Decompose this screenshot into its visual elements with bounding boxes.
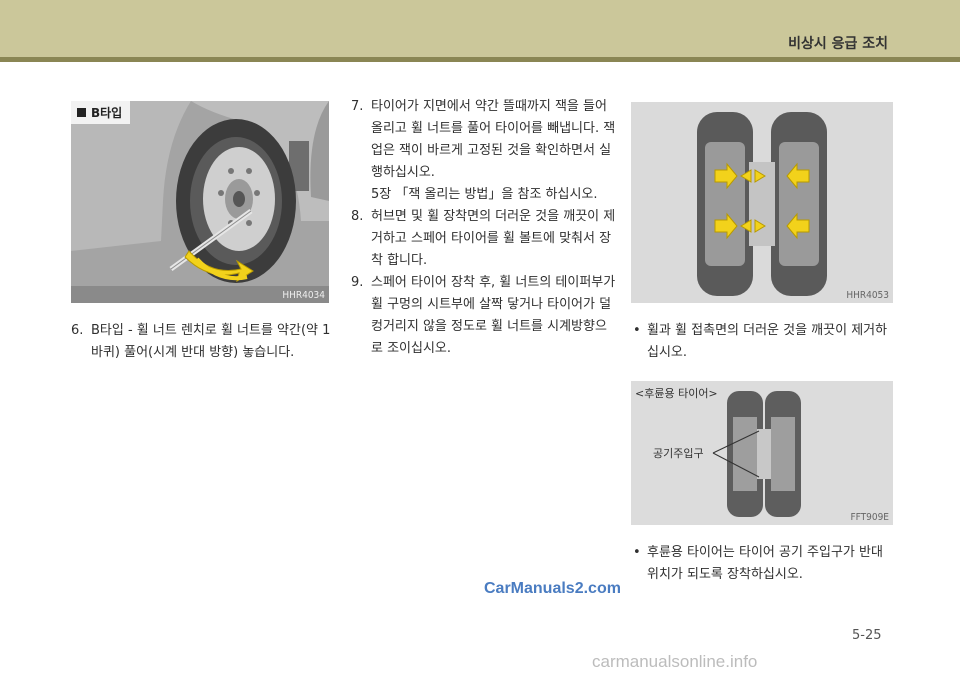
step-line: B타입 - 휠 너트 렌치로 휠 너트를 약간(약 1 <box>91 323 331 338</box>
step-number: 6. <box>71 323 84 338</box>
figure-code: HHR4053 <box>846 290 889 301</box>
figure-code: FFT909E <box>850 512 889 523</box>
step-line: 타이어가 지면에서 약간 뜰때까지 잭을 들어 <box>371 99 607 114</box>
bullet-icon: • <box>633 545 641 560</box>
step-number: 7. <box>351 99 364 114</box>
note-line: 위치가 되도록 장착하십시오. <box>647 567 803 582</box>
bullet-icon: • <box>633 323 641 338</box>
valve-label: 공기주입구 <box>653 447 704 460</box>
step-line: 착 합니다. <box>371 253 428 268</box>
steps-7-9: 7. 타이어가 지면에서 약간 뜰때까지 잭을 들어 올리고 휠 너트를 풀어 … <box>351 96 615 360</box>
rear-tire-illustration: <후륜용 타이어> 공기주입구 FFT909E <box>631 381 893 525</box>
step-6: 6. B타입 - 휠 너트 렌치로 휠 너트를 약간(약 1 바퀴) 풀어(시계… <box>71 320 330 364</box>
square-bullet-icon <box>77 108 86 117</box>
step-line: 스페어 타이어 장착 후, 휠 너트의 테이퍼부가 <box>371 275 616 290</box>
step-line: 5장 「잭 올리는 방법」을 참조 하십시오. <box>371 187 598 202</box>
step-number: 8. <box>351 209 364 224</box>
step-line: 바퀴) 풀어(시계 반대 방향) 놓습니다. <box>91 345 295 360</box>
step-line: 로 조이십시오. <box>371 341 452 356</box>
step-line: 휠 구멍의 시트부에 살짝 닿거나 타이어가 덜 <box>371 297 612 312</box>
tire-change-illustration: B타입 HHR4034 <box>71 101 329 303</box>
note-line: 후륜용 타이어는 타이어 공기 주입구가 반대 <box>647 545 883 560</box>
figure-code: HHR4034 <box>282 290 325 301</box>
step-line: 거하고 스페어 타이어를 휠 볼트에 맞춰서 장 <box>371 231 612 246</box>
type-badge: B타입 <box>71 101 131 124</box>
header-rule <box>0 57 960 62</box>
note-1: • 휠과 휠 접촉면의 더러운 것을 깨끗이 제거하 십시오. <box>633 320 887 364</box>
footer-watermark: carmanualsonline.info <box>592 652 758 671</box>
note-2: • 후륜용 타이어는 타이어 공기 주입구가 반대 위치가 되도록 장착하십시오… <box>633 542 883 586</box>
tire-change-drawing <box>71 101 329 303</box>
page-number: 5-25 <box>852 628 882 643</box>
note-line: 휠과 휠 접촉면의 더러운 것을 깨끗이 제거하 <box>647 323 888 338</box>
figure-caption: <후륜용 타이어> <box>635 387 718 400</box>
page-section-title: 비상시 응급 조치 <box>788 36 888 52</box>
step-line: 허브면 및 휠 장착면의 더러운 것을 깨끗이 제 <box>371 209 616 224</box>
step-line: 컹거리지 않을 정도로 휠 너트를 시계방향으 <box>371 319 607 334</box>
step-8: 8. 허브면 및 휠 장착면의 더러운 것을 깨끗이 제 거하고 스페어 타이어… <box>351 206 615 272</box>
contact-surface-illustration: HHR4053 <box>631 102 893 303</box>
note-line: 십시오. <box>647 345 688 360</box>
step-7: 7. 타이어가 지면에서 약간 뜰때까지 잭을 들어 올리고 휠 너트를 풀어 … <box>351 96 615 206</box>
step-line: 올리고 휠 너트를 풀어 타이어를 빼냅니다. 잭 <box>371 121 616 136</box>
step-line: 업은 잭이 바르게 고정된 것을 확인하면서 실 <box>371 143 612 158</box>
watermark-link[interactable]: CarManuals2.com <box>484 580 621 598</box>
step-line: 행하십시오. <box>371 165 435 180</box>
contact-surface-drawing <box>631 102 893 303</box>
step-number: 9. <box>351 275 364 290</box>
step-9: 9. 스페어 타이어 장착 후, 휠 너트의 테이퍼부가 휠 구멍의 시트부에 … <box>351 272 615 360</box>
type-badge-label: B타입 <box>91 106 123 120</box>
